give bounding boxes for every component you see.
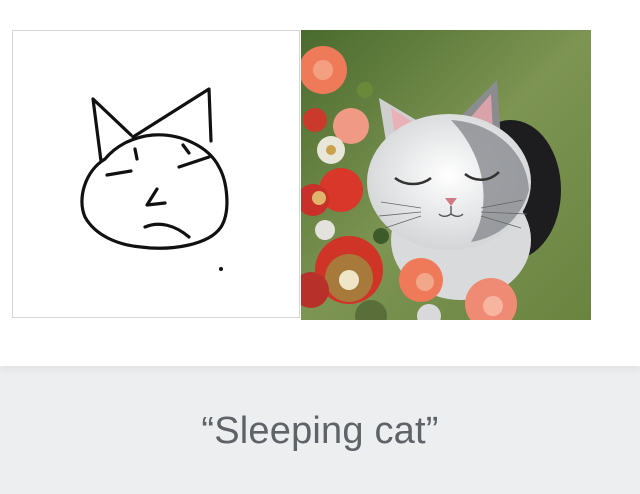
sketch-input-panel	[12, 30, 300, 318]
image-caption: “Sleeping cat”	[201, 410, 439, 452]
comparison-card	[0, 0, 640, 366]
generated-image-panel	[301, 30, 591, 320]
cat-sketch-icon	[80, 87, 229, 271]
sleeping-cat-painting-icon	[301, 30, 591, 320]
